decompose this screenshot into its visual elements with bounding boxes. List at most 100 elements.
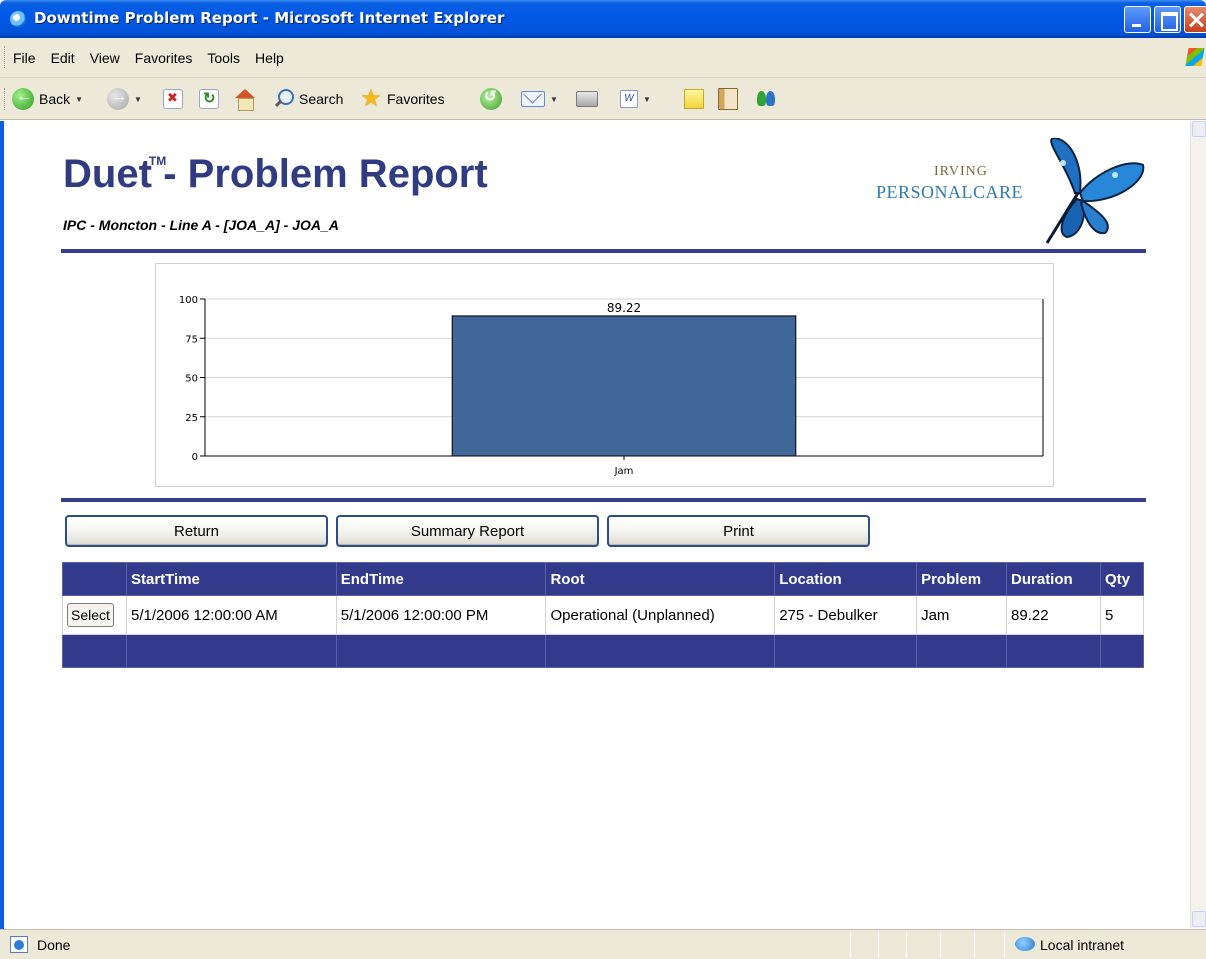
footer-cell <box>125 634 337 668</box>
problem-table: StartTime EndTime Root Location Problem … <box>62 562 1145 668</box>
search-label: Search <box>299 91 344 107</box>
window-left-border <box>0 121 4 929</box>
security-zone-label: Local intranet <box>1040 937 1125 953</box>
menu-edit[interactable]: Edit <box>51 50 75 66</box>
messenger-icon <box>755 88 777 110</box>
page-title: DuetTM- Problem Report <box>63 152 488 196</box>
status-separator <box>850 933 851 957</box>
footer-cell <box>62 634 127 668</box>
history-button[interactable] <box>480 87 502 111</box>
status-separator <box>878 933 879 957</box>
scroll-up-button[interactable] <box>1192 121 1206 137</box>
discuss-button[interactable] <box>684 87 704 111</box>
toolbar: Back ▼ ▼ Search ★ Favorites ▼ W ▼ <box>0 78 1206 120</box>
forward-arrow-icon <box>107 88 129 110</box>
footer-cell <box>1099 634 1145 668</box>
refresh-button[interactable] <box>199 87 219 111</box>
windows-logo-icon <box>1185 48 1205 66</box>
back-button[interactable]: Back ▼ <box>12 87 83 111</box>
stop-button[interactable] <box>163 87 183 111</box>
menu-file[interactable]: File <box>13 50 36 66</box>
maximize-button[interactable] <box>1154 6 1181 33</box>
table-header-row: StartTime EndTime Root Location Problem … <box>62 562 1145 596</box>
home-button[interactable] <box>234 87 256 111</box>
edit-dropdown-icon[interactable]: ▼ <box>643 95 651 104</box>
menu-view[interactable]: View <box>90 50 120 66</box>
status-separator <box>906 933 907 957</box>
duration-bar-chart: 0 25 50 75 100 89.22 Jam <box>179 295 1044 477</box>
table-row: Select 5/1/2006 12:00:00 AM 5/1/2006 12:… <box>62 595 1145 635</box>
window-titlebar: Downtime Problem Report - Microsoft Inte… <box>0 0 1206 38</box>
toolbar-grip <box>4 88 7 110</box>
status-separator <box>940 933 941 957</box>
edit-word-button[interactable]: W ▼ <box>620 87 651 111</box>
print-toolbar-button[interactable] <box>576 87 598 111</box>
cell-endtime: 5/1/2006 12:00:00 PM <box>335 595 547 635</box>
favorites-star-icon: ★ <box>360 85 382 112</box>
footer-cell <box>1006 634 1101 668</box>
scroll-down-button[interactable] <box>1192 911 1206 927</box>
menu-favorites[interactable]: Favorites <box>135 50 193 66</box>
messenger-button[interactable] <box>755 87 777 111</box>
header-starttime[interactable]: StartTime <box>125 562 337 596</box>
home-icon <box>234 89 256 111</box>
trademark-mark: TM <box>148 154 167 168</box>
status-separator <box>974 933 975 957</box>
header-duration[interactable]: Duration <box>1006 562 1101 596</box>
select-button[interactable]: Select <box>67 603 114 627</box>
y-tick-label: 75 <box>185 334 198 345</box>
page-done-icon <box>10 936 28 953</box>
header-endtime[interactable]: EndTime <box>335 562 547 596</box>
local-intranet-icon <box>1015 937 1035 951</box>
back-arrow-icon <box>12 88 34 110</box>
status-text: Done <box>37 937 71 953</box>
back-label: Back <box>39 91 71 107</box>
bar <box>451 315 797 457</box>
header-divider <box>61 249 1146 253</box>
menubar-grip <box>4 46 7 68</box>
cell-location: 275 - Debulker <box>774 595 918 635</box>
mail-dropdown-icon[interactable]: ▼ <box>550 95 558 104</box>
footer-cell <box>774 634 918 668</box>
vertical-scrollbar[interactable] <box>1190 121 1206 928</box>
print-button[interactable]: Print <box>607 515 870 547</box>
forward-button[interactable]: ▼ <box>107 87 142 111</box>
cell-starttime: 5/1/2006 12:00:00 AM <box>125 595 337 635</box>
summary-report-button[interactable]: Summary Report <box>336 515 599 547</box>
minimize-button[interactable] <box>1124 6 1151 33</box>
header-root[interactable]: Root <box>545 562 776 596</box>
footer-cell <box>545 634 776 668</box>
cell-duration: 89.22 <box>1006 595 1101 635</box>
forward-dropdown-icon[interactable]: ▼ <box>134 95 142 104</box>
cell-root: Operational (Unplanned) <box>545 595 776 635</box>
back-dropdown-icon[interactable]: ▼ <box>75 95 83 104</box>
close-button[interactable] <box>1184 6 1206 33</box>
chart-panel: 0 25 50 75 100 89.22 Jam <box>155 263 1054 487</box>
page-subtitle: IPC - Moncton - Line A - [JOA_A] - JOA_A <box>63 217 339 233</box>
research-button[interactable] <box>718 87 738 111</box>
history-icon <box>480 87 502 110</box>
chart-divider <box>61 498 1146 502</box>
menu-bar: File Edit View Favorites Tools Help <box>0 38 1206 78</box>
y-tick-label: 25 <box>185 413 198 424</box>
menu-tools[interactable]: Tools <box>207 50 240 66</box>
header-qty[interactable]: Qty <box>1099 562 1145 596</box>
favorites-button[interactable]: ★ Favorites <box>360 85 445 112</box>
mail-button[interactable]: ▼ <box>521 87 558 111</box>
header-select <box>62 562 127 596</box>
y-tick-label: 50 <box>185 374 198 385</box>
header-location[interactable]: Location <box>774 562 918 596</box>
company-logo: IRVING PERSONALCARE <box>870 138 1150 248</box>
header-problem[interactable]: Problem <box>916 562 1008 596</box>
x-tick-label: Jam <box>614 466 634 477</box>
menu-help[interactable]: Help <box>255 50 284 66</box>
search-button[interactable]: Search <box>272 87 343 111</box>
refresh-icon <box>199 89 219 109</box>
cell-select: Select <box>62 595 127 635</box>
cell-qty: 5 <box>1099 595 1145 635</box>
table-footer-row <box>62 634 1145 668</box>
footer-cell <box>335 634 547 668</box>
ie-icon <box>10 11 26 27</box>
favorites-label: Favorites <box>387 91 445 107</box>
return-button[interactable]: Return <box>65 515 328 547</box>
